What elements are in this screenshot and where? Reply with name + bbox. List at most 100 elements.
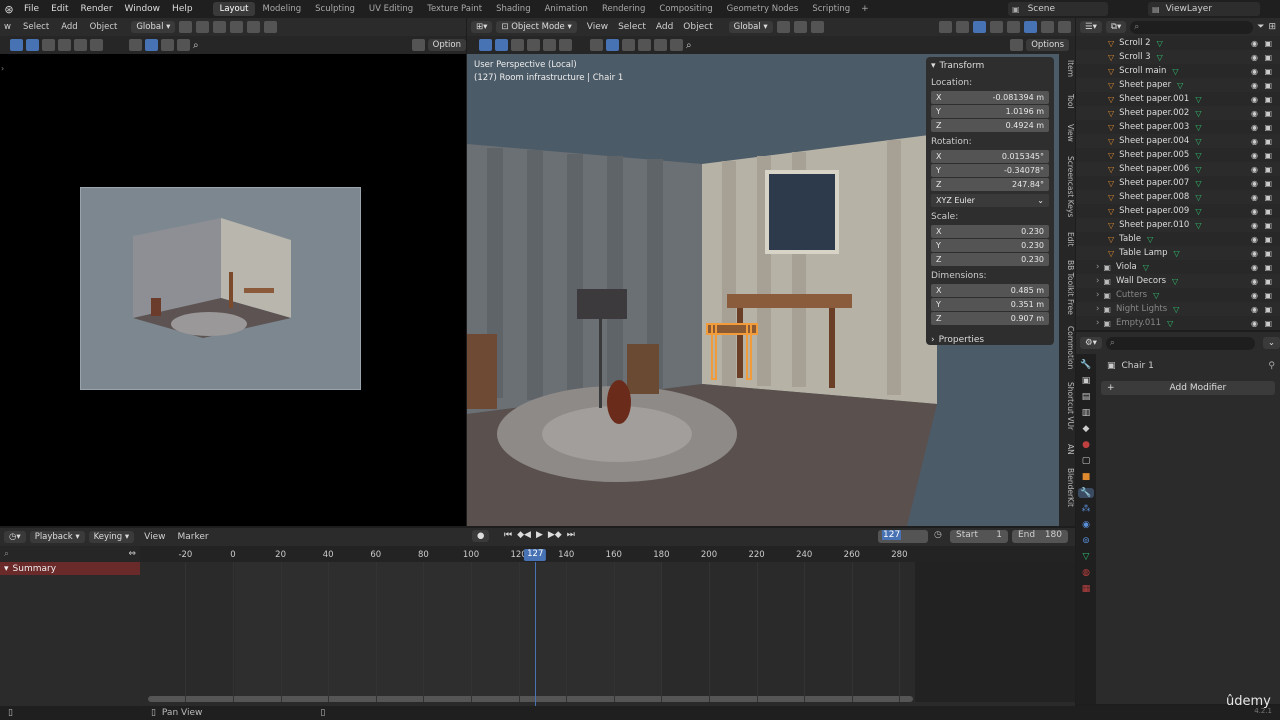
properties-search-input[interactable]: ⌕: [1105, 336, 1255, 350]
material-preview-icon[interactable]: [177, 39, 190, 51]
outliner-editor-type[interactable]: ☰▾: [1080, 21, 1102, 33]
outliner-item[interactable]: ▽ Table Lamp ▽ ◉ ▣: [1076, 246, 1280, 260]
outliner-item[interactable]: ▽ Scroll main ▽ ◉ ▣: [1076, 64, 1280, 78]
keying-dropdown[interactable]: Keying ▾: [88, 531, 135, 543]
tab-sculpting[interactable]: Sculpting: [308, 2, 362, 16]
render-camera-icon[interactable]: ▣: [1264, 249, 1272, 258]
playhead-line[interactable]: [535, 562, 536, 706]
scene-tab-icon[interactable]: ◆: [1083, 424, 1090, 434]
next-keyframe-icon[interactable]: ▶◆: [548, 530, 562, 540]
scale-y-field[interactable]: Y 0.230: [931, 239, 1049, 252]
outliner-item[interactable]: › ▣ Cutters ▽ ◉ ▣: [1076, 288, 1280, 302]
tab-modeling[interactable]: Modeling: [255, 2, 308, 16]
outliner-item[interactable]: ▽ Sheet paper.002 ▽ ◉ ▣: [1076, 106, 1280, 120]
left-menu-add[interactable]: Add: [61, 22, 77, 32]
mesh-data-icon[interactable]: ▽: [1195, 151, 1201, 160]
tab-item[interactable]: Item: [1061, 60, 1075, 77]
vp-lookdev-icon[interactable]: [654, 39, 667, 51]
render-camera-icon[interactable]: ▣: [1264, 207, 1272, 216]
render-camera-icon[interactable]: ▣: [1264, 109, 1272, 118]
menu-edit[interactable]: Edit: [45, 4, 74, 14]
new-collection-icon[interactable]: ⊞: [1268, 22, 1276, 32]
snapping-icon[interactable]: [793, 21, 807, 33]
mesh-data-icon[interactable]: ▽: [1177, 81, 1183, 90]
editor-type-icon[interactable]: ⊞▾: [471, 21, 493, 33]
mesh-data-icon[interactable]: ▽: [1195, 165, 1201, 174]
add-workspace-icon[interactable]: +: [857, 4, 873, 14]
outliner-item[interactable]: ▽ Sheet paper.006 ▽ ◉ ▣: [1076, 162, 1280, 176]
visibility-icon[interactable]: [939, 21, 952, 33]
menu-help[interactable]: Help: [166, 4, 199, 14]
properties-editor-type[interactable]: ⚙▾: [1080, 337, 1102, 349]
visibility-eye-icon[interactable]: ◉: [1251, 277, 1258, 286]
outliner-item[interactable]: ▽ Sheet paper ▽ ◉ ▣: [1076, 78, 1280, 92]
mode-intersect-icon[interactable]: [90, 39, 103, 51]
left-viewport[interactable]: ›: [0, 54, 466, 526]
vp-world-icon[interactable]: [670, 39, 683, 51]
mesh-data-icon[interactable]: ▽: [1173, 249, 1179, 258]
vp-camera-icon[interactable]: [606, 39, 619, 51]
preview-range-icon[interactable]: ◷: [934, 530, 942, 540]
render-camera-icon[interactable]: ▣: [1264, 95, 1272, 104]
tab-blenderkit[interactable]: BlenderKit: [1061, 468, 1075, 507]
visibility-eye-icon[interactable]: ◉: [1251, 165, 1258, 174]
location-x-field[interactable]: X -0.081394 m: [931, 91, 1049, 104]
render-camera-icon[interactable]: ▣: [1264, 319, 1272, 328]
visibility-eye-icon[interactable]: ◉: [1251, 123, 1258, 132]
record-button[interactable]: ●: [472, 530, 490, 542]
outliner-item[interactable]: ▽ Sheet paper.001 ▽ ◉ ▣: [1076, 92, 1280, 106]
vp-material-icon[interactable]: [638, 39, 651, 51]
left-orientation-dropdown[interactable]: Global ▾: [131, 21, 176, 33]
render-tab-icon[interactable]: ▣: [1082, 376, 1091, 386]
vp-render-icon[interactable]: [622, 39, 635, 51]
world-tab-icon[interactable]: ●: [1082, 440, 1090, 450]
left-menu-view[interactable]: w: [4, 22, 11, 32]
vp-menu-object[interactable]: Object: [683, 22, 712, 32]
vp-mode-extend-icon[interactable]: [511, 39, 524, 51]
visibility-eye-icon[interactable]: ◉: [1251, 81, 1258, 90]
outliner-item[interactable]: › ▣ Empty.011 ▽ ◉ ▣: [1076, 316, 1280, 330]
rendered-shading-icon[interactable]: [1058, 21, 1071, 33]
scale-z-field[interactable]: Z 0.230: [931, 253, 1049, 266]
object-tab-icon[interactable]: ■: [1082, 472, 1091, 482]
outliner-filter-icon[interactable]: ⏷: [1257, 22, 1264, 32]
render-camera-icon[interactable]: ▣: [1264, 305, 1272, 314]
add-modifier-button[interactable]: + Add Modifier: [1101, 381, 1275, 395]
render-camera-icon[interactable]: ▣: [1264, 263, 1272, 272]
visibility-eye-icon[interactable]: ◉: [1251, 53, 1258, 62]
pin-icon[interactable]: ⚲: [1268, 361, 1275, 371]
tab-layout[interactable]: Layout: [212, 2, 256, 16]
tab-screencast-keys[interactable]: Screencast Keys: [1061, 156, 1075, 217]
mesh-data-icon[interactable]: ▽: [1153, 291, 1159, 300]
render-camera-icon[interactable]: ▣: [1264, 291, 1272, 300]
properties-options-dropdown[interactable]: ⌄: [1262, 337, 1280, 349]
collection-tab-icon[interactable]: ▢: [1082, 456, 1091, 466]
mesh-data-icon[interactable]: ▽: [1195, 123, 1201, 132]
tab-view[interactable]: View: [1061, 124, 1075, 142]
outliner-item[interactable]: › ▣ Night Lights ▽ ◉ ▣: [1076, 302, 1280, 316]
search-icon[interactable]: ⌕: [193, 40, 199, 51]
jump-start-icon[interactable]: ⏮: [504, 530, 512, 540]
tab-bb-toolkit[interactable]: BB Toolkit Free: [1061, 260, 1075, 315]
expand-arrow-icon[interactable]: ›: [1096, 304, 1099, 314]
dimensions-z-field[interactable]: Z 0.907 m: [931, 312, 1049, 325]
vp-search-icon[interactable]: ⌕: [686, 40, 692, 51]
material-tab-icon[interactable]: ◍: [1082, 568, 1090, 578]
rotation-y-field[interactable]: Y -0.34078°: [931, 164, 1049, 177]
visibility-eye-icon[interactable]: ◉: [1251, 109, 1258, 118]
shading-solid-icon[interactable]: [247, 21, 261, 33]
render-camera-icon[interactable]: ▣: [1264, 235, 1272, 244]
outliner-item[interactable]: ▽ Scroll 2 ▽ ◉ ▣: [1076, 36, 1280, 50]
data-tab-icon[interactable]: ▽: [1083, 552, 1090, 562]
filter-icon[interactable]: [411, 39, 425, 51]
tab-compositing[interactable]: Compositing: [652, 2, 719, 16]
tool-tab-icon[interactable]: 🔧: [1080, 360, 1091, 370]
outliner-item[interactable]: ▽ Table ▽ ◉ ▣: [1076, 232, 1280, 246]
expand-arrow-icon[interactable]: ›: [1096, 262, 1099, 272]
vp-menu-view[interactable]: View: [587, 22, 608, 32]
visibility-eye-icon[interactable]: ◉: [1251, 319, 1258, 328]
visibility-eye-icon[interactable]: ◉: [1251, 67, 1258, 76]
left-menu-select[interactable]: Select: [23, 22, 49, 32]
outliner-item[interactable]: ▽ Sheet paper.007 ▽ ◉ ▣: [1076, 176, 1280, 190]
menu-render[interactable]: Render: [75, 4, 119, 14]
